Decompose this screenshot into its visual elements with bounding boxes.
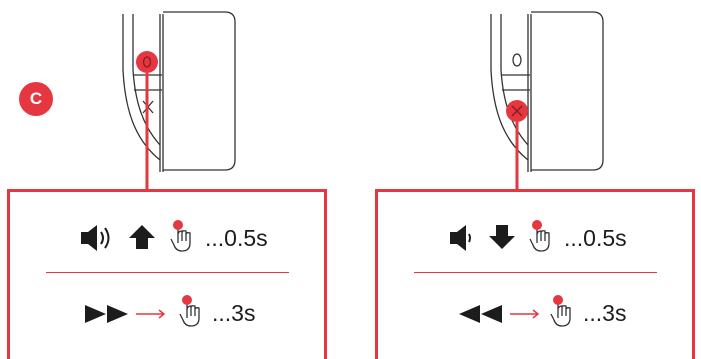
arrow-up-icon <box>129 225 155 249</box>
arrow-down-icon <box>489 225 515 249</box>
right-divider <box>414 272 657 273</box>
rewind-icon <box>459 305 502 323</box>
rewind-duration: ...3s <box>583 300 627 326</box>
finger-press-icon <box>179 295 200 327</box>
volume-down-duration: ...0.5s <box>564 225 627 251</box>
volume-up-duration: ...0.5s <box>205 225 268 251</box>
left-controls-panel <box>7 189 327 359</box>
finger-press-icon <box>550 295 571 327</box>
volume-down-icon <box>450 225 471 251</box>
finger-press-icon <box>170 220 191 252</box>
arrow-right-icon <box>136 309 166 319</box>
arrow-right-icon <box>510 309 540 319</box>
left-divider <box>46 272 289 273</box>
right-controls-panel <box>375 189 695 359</box>
finger-press-icon <box>529 220 550 252</box>
fast-forward-icon <box>85 305 128 323</box>
skip-forward-duration: ...3s <box>212 300 256 326</box>
volume-up-icon <box>81 225 110 251</box>
